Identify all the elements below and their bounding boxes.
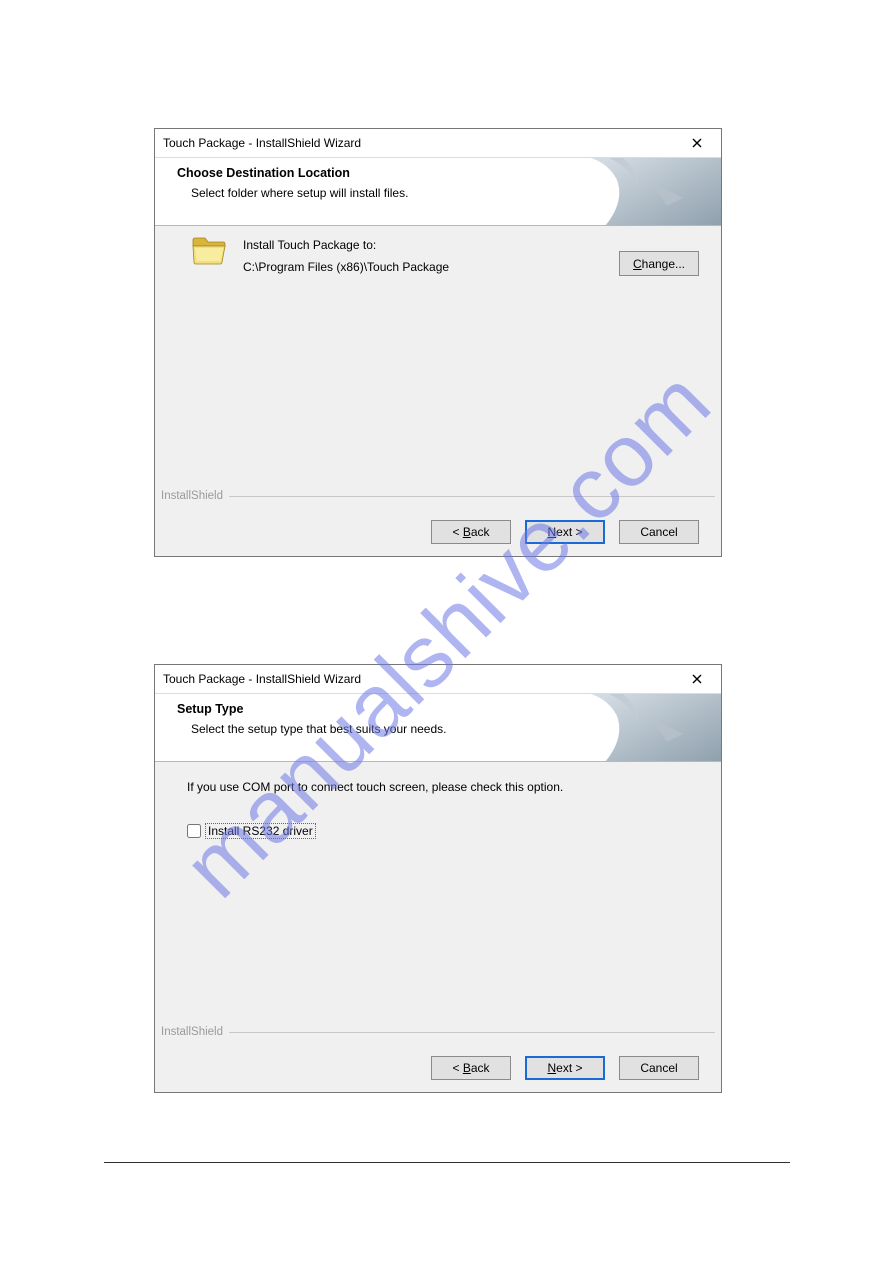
back-button[interactable]: < Back	[431, 520, 511, 544]
installshield-branding: InstallShield	[161, 490, 223, 502]
wizard-footer: < Back Next > Cancel	[155, 1044, 721, 1092]
header-title: Setup Type	[177, 702, 243, 716]
header-curl-graphic	[591, 158, 721, 226]
close-button[interactable]	[674, 130, 719, 157]
installer-dialog-destination: Touch Package - InstallShield Wizard Cho…	[154, 128, 722, 557]
change-button-label: Change...	[633, 257, 685, 271]
wizard-body: If you use COM port to connect touch scr…	[155, 762, 721, 1044]
header-title: Choose Destination Location	[177, 166, 350, 180]
next-button-label: Next >	[547, 1061, 582, 1075]
install-to-label: Install Touch Package to:	[243, 238, 376, 252]
rs232-checkbox-label[interactable]: Install RS232 driver	[206, 824, 315, 838]
header-curl-graphic	[591, 694, 721, 762]
next-button-label: Next >	[547, 525, 582, 539]
wizard-footer: < Back Next > Cancel	[155, 508, 721, 556]
option-instruction-text: If you use COM port to connect touch scr…	[187, 780, 563, 794]
cancel-button-label: Cancel	[640, 1061, 677, 1075]
installer-dialog-setup-type: Touch Package - InstallShield Wizard Set…	[154, 664, 722, 1093]
wizard-header: Setup Type Select the setup type that be…	[155, 694, 721, 762]
window-title: Touch Package - InstallShield Wizard	[163, 672, 674, 686]
branding-rule	[229, 1032, 715, 1033]
branding-row: InstallShield	[161, 1026, 715, 1038]
folder-icon	[191, 236, 227, 266]
close-icon	[692, 674, 702, 684]
titlebar: Touch Package - InstallShield Wizard	[155, 129, 721, 158]
back-button[interactable]: < Back	[431, 1056, 511, 1080]
wizard-header: Choose Destination Location Select folde…	[155, 158, 721, 226]
next-button[interactable]: Next >	[525, 1056, 605, 1080]
change-button[interactable]: Change...	[619, 251, 699, 276]
close-button[interactable]	[674, 666, 719, 693]
header-subtitle: Select the setup type that best suits yo…	[191, 722, 447, 736]
header-subtitle: Select folder where setup will install f…	[191, 186, 408, 200]
wizard-body: Install Touch Package to: C:\Program Fil…	[155, 226, 721, 508]
close-icon	[692, 138, 702, 148]
installshield-branding: InstallShield	[161, 1026, 223, 1038]
page-footer-rule	[104, 1162, 790, 1163]
titlebar: Touch Package - InstallShield Wizard	[155, 665, 721, 694]
cancel-button-label: Cancel	[640, 525, 677, 539]
cancel-button[interactable]: Cancel	[619, 1056, 699, 1080]
window-title: Touch Package - InstallShield Wizard	[163, 136, 674, 150]
next-button[interactable]: Next >	[525, 520, 605, 544]
cancel-button[interactable]: Cancel	[619, 520, 699, 544]
rs232-checkbox[interactable]	[187, 824, 201, 838]
branding-row: InstallShield	[161, 490, 715, 502]
back-button-label: < Back	[452, 1061, 489, 1075]
install-path-value: C:\Program Files (x86)\Touch Package	[243, 260, 449, 274]
back-button-label: < Back	[452, 525, 489, 539]
rs232-checkbox-row: Install RS232 driver	[187, 824, 315, 838]
branding-rule	[229, 496, 715, 497]
